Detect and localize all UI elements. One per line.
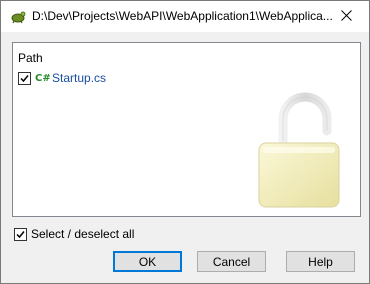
select-all-label[interactable]: Select / deselect all: [31, 227, 134, 241]
close-icon: [340, 9, 352, 24]
csharp-file-icon: C#: [35, 72, 51, 84]
list-item[interactable]: C# Startup.cs: [18, 70, 106, 86]
select-all-toggle[interactable]: Select / deselect all: [14, 227, 134, 241]
file-checkbox[interactable]: [18, 71, 31, 85]
help-button[interactable]: Help: [286, 251, 355, 272]
select-all-checkbox[interactable]: [14, 227, 27, 241]
column-header-path[interactable]: Path: [18, 51, 43, 65]
file-list[interactable]: Path C# Startup.cs: [12, 42, 361, 217]
commit-dialog: D:\Dev\Projects\WebAPI\WebApplication1\W…: [0, 0, 370, 284]
file-name[interactable]: Startup.cs: [52, 71, 106, 85]
close-button[interactable]: [323, 1, 369, 32]
cancel-button[interactable]: Cancel: [197, 251, 266, 272]
title-bar[interactable]: D:\Dev\Projects\WebAPI\WebApplication1\W…: [1, 1, 369, 32]
unlocked-padlock-icon: [243, 91, 353, 211]
window-title: D:\Dev\Projects\WebAPI\WebApplication1\W…: [32, 9, 332, 23]
tortoise-icon: [10, 8, 26, 24]
ok-button[interactable]: OK: [113, 251, 182, 272]
